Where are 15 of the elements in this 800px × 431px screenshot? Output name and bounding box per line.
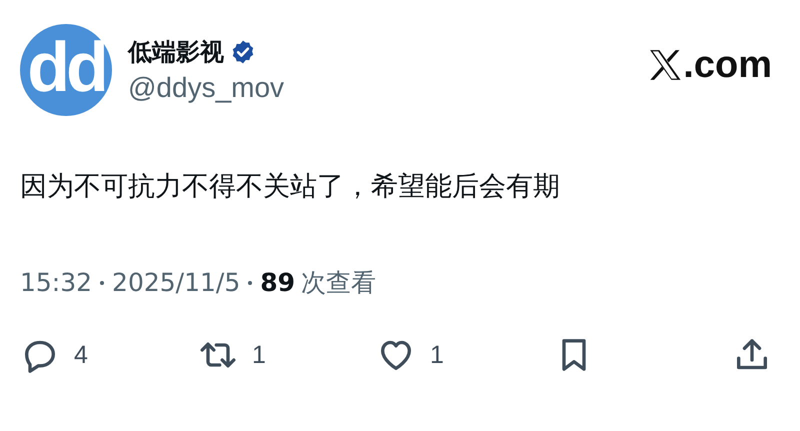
- action-count: 4: [74, 340, 88, 370]
- view-count: 89: [260, 268, 296, 297]
- separator-dot-icon: [248, 280, 252, 284]
- action-count: 1: [430, 340, 444, 370]
- x-logo-icon: [647, 48, 684, 82]
- account-handle: @ddys_mov: [128, 72, 284, 104]
- separator-dot-icon: [100, 280, 104, 284]
- post-time: 15:32: [20, 268, 92, 297]
- action-count: 1: [252, 340, 266, 370]
- avatar: dd: [20, 24, 112, 116]
- views-label: 次查看: [301, 267, 376, 299]
- post-date: 2025/11/5: [112, 268, 240, 297]
- account-name: 低端影视: [128, 37, 224, 68]
- post-text: 因为不可抗力不得不关站了，希望能后会有期: [20, 170, 561, 204]
- site-name: .com: [683, 44, 772, 86]
